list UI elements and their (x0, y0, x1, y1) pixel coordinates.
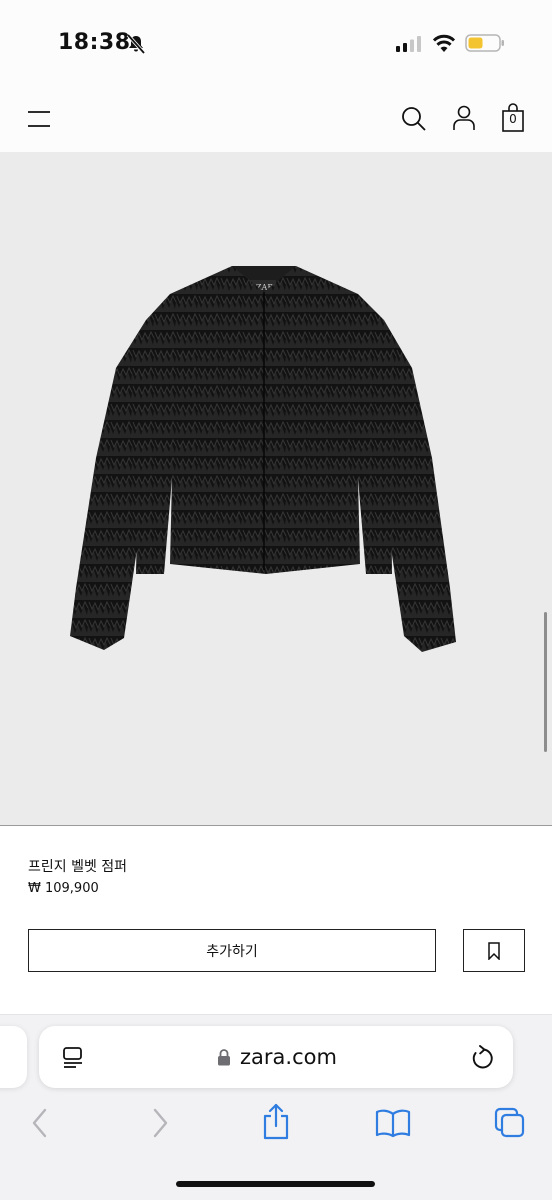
home-indicator[interactable] (176, 1181, 375, 1187)
product-name[interactable]: 프린지 벨벳 점퍼 (28, 856, 127, 876)
bookmark-button[interactable] (463, 929, 525, 972)
bag-count: 0 (509, 112, 517, 126)
reload-icon[interactable] (470, 1045, 494, 1071)
search-icon[interactable] (400, 105, 428, 133)
lock-icon (218, 1049, 230, 1066)
status-time: 18:38 (58, 30, 131, 55)
status-bar: 18:38 (0, 0, 552, 84)
previous-tab-card[interactable] (0, 1026, 27, 1088)
scroll-indicator[interactable] (544, 612, 547, 752)
url-text[interactable]: zara.com (240, 1045, 337, 1069)
back-icon[interactable] (30, 1106, 50, 1140)
menu-icon[interactable] (26, 108, 52, 130)
account-icon[interactable] (452, 104, 476, 132)
product-image-jacket[interactable]: ZARA (66, 258, 462, 658)
bookmarks-icon[interactable] (375, 1108, 411, 1138)
cellular-signal-icon (396, 36, 421, 52)
add-to-cart-button[interactable]: 추가하기 (28, 929, 436, 972)
tabs-icon[interactable] (494, 1107, 526, 1139)
wifi-icon (432, 34, 456, 52)
bookmark-icon (488, 941, 500, 960)
bell-slash-icon (126, 34, 146, 54)
reader-icon[interactable] (61, 1046, 85, 1070)
forward-icon[interactable] (150, 1106, 170, 1140)
share-icon[interactable] (261, 1103, 291, 1141)
product-price: ₩ 109,900 (28, 881, 99, 896)
site-header: 0 (0, 84, 552, 152)
battery-low-icon (465, 34, 504, 52)
